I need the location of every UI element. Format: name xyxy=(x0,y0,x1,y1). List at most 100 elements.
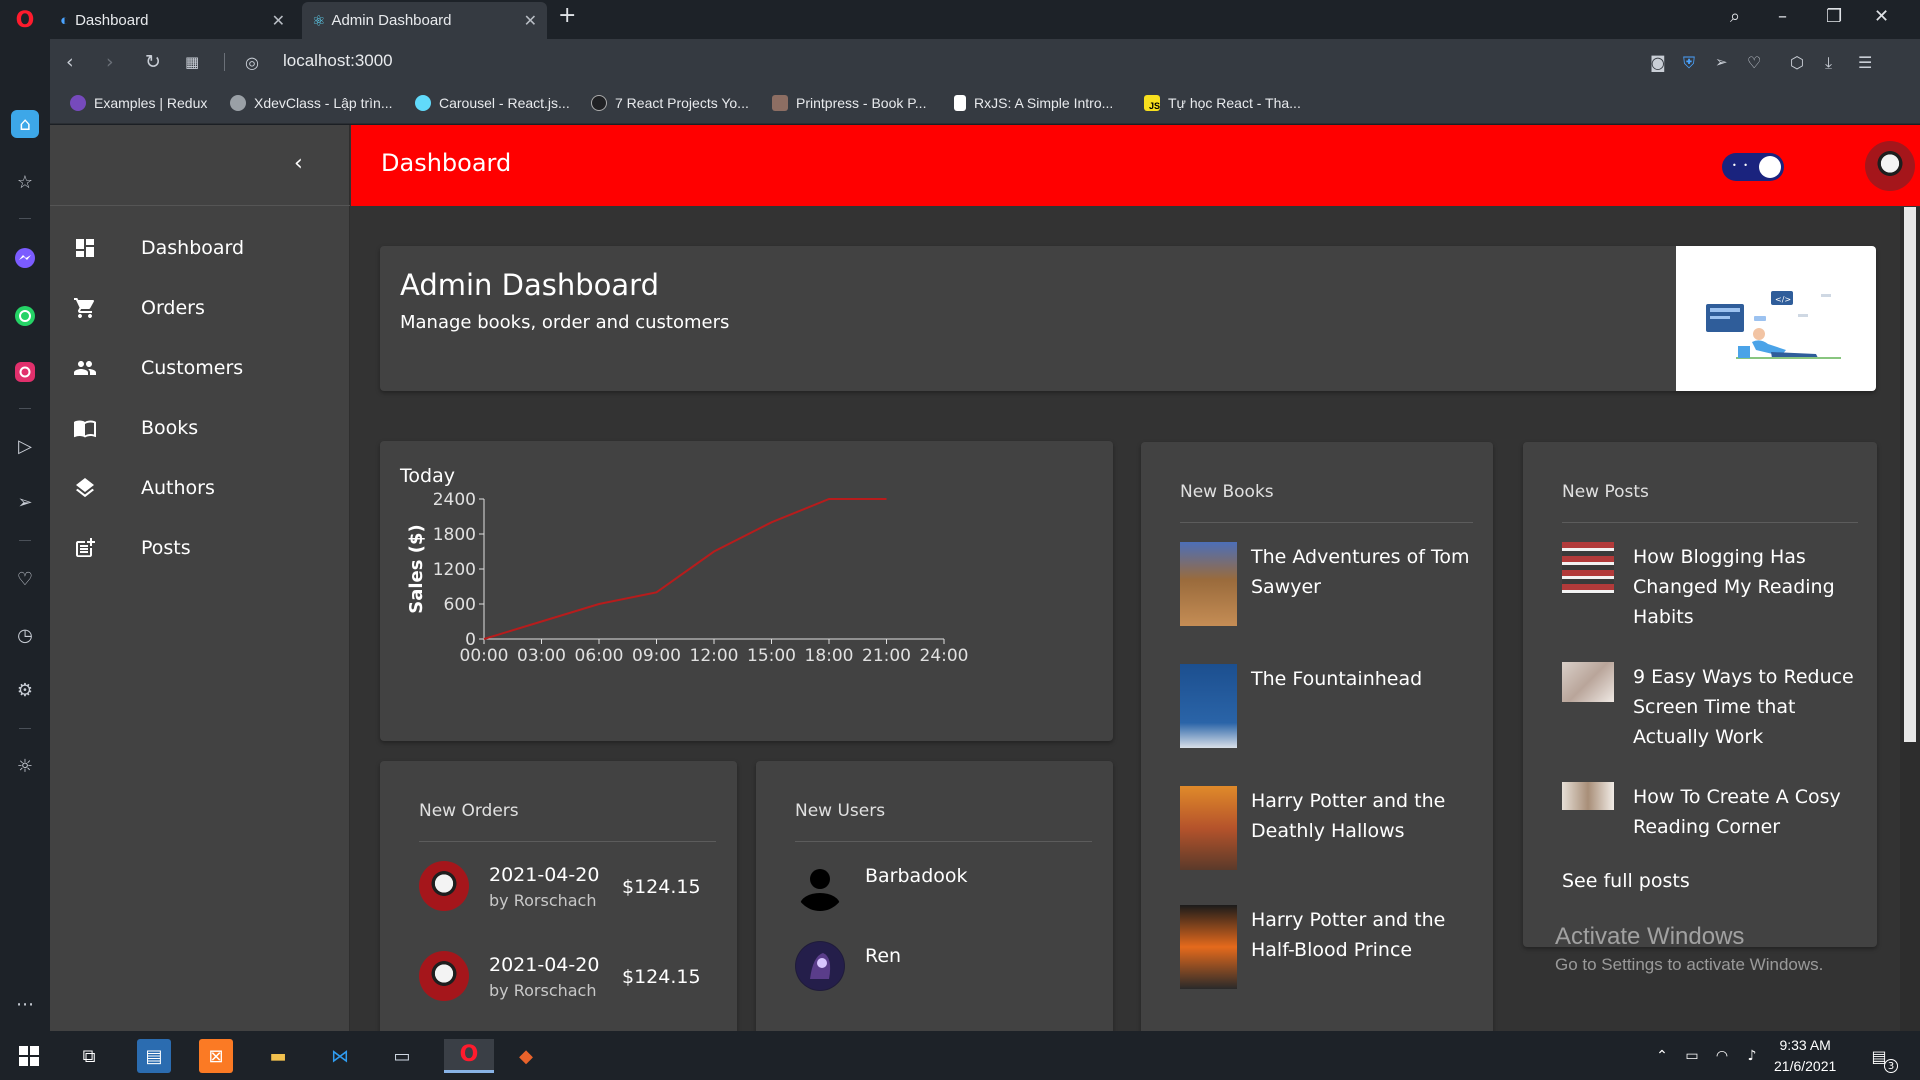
settings-gear-icon[interactable]: ⚙ xyxy=(11,676,39,704)
favorite-heart-icon[interactable]: ♡ xyxy=(1747,53,1761,72)
send-icon[interactable]: ➢ xyxy=(11,488,39,516)
vscode-icon[interactable]: ⋈ xyxy=(323,1039,357,1073)
divider xyxy=(1180,522,1473,523)
book-item[interactable]: Harry Potter and the Half-Blood Prince xyxy=(1180,905,1480,1005)
book-cover xyxy=(1180,542,1237,626)
hero-subtitle: Manage books, order and customers xyxy=(400,312,730,333)
more-dots-icon[interactable]: ⋯ xyxy=(11,990,39,1018)
restore-button[interactable]: ❐ xyxy=(1826,6,1842,27)
order-item[interactable]: 2021-04-20 by Rorschach $124.15 xyxy=(419,951,719,1021)
url-field[interactable]: localhost:3000 xyxy=(283,51,393,71)
order-customer: by Rorschach xyxy=(489,891,597,910)
sidebar-item-customers[interactable]: Customers xyxy=(50,343,350,393)
history-clock-icon[interactable]: ◷ xyxy=(11,621,39,649)
user-item[interactable]: Barbadook xyxy=(795,861,1095,921)
books-card-title: New Books xyxy=(1180,482,1274,502)
y-axis-label: Sales ($) xyxy=(406,524,427,613)
close-tab-icon[interactable]: ✕ xyxy=(272,11,285,31)
sales-line-chart: 00:00 03:00 06:00 09:00 12:00 15:00 18:00 21:00… xyxy=(406,490,969,666)
lightbulb-icon[interactable]: ☼ xyxy=(11,752,39,780)
page-title: Dashboard xyxy=(381,149,512,177)
xampp-icon[interactable]: ⊠ xyxy=(199,1039,233,1073)
book-title: The Adventures of Tom Sawyer xyxy=(1251,546,1470,598)
sidebar-item-dashboard[interactable]: Dashboard xyxy=(50,223,350,273)
send-tab-icon[interactable]: ➢ xyxy=(1715,53,1728,71)
easy-setup-icon[interactable]: ☰ xyxy=(1858,53,1872,72)
sidebar-item-posts[interactable]: Posts xyxy=(50,523,350,573)
minimize-button[interactable]: – xyxy=(1778,6,1787,27)
forward-button[interactable]: › xyxy=(106,51,114,73)
opera-taskbar-icon[interactable]: O xyxy=(444,1039,494,1073)
task-view-icon[interactable]: ⧉ xyxy=(72,1039,106,1073)
tab-dashboard[interactable]: ◐ Dashboard ✕ xyxy=(50,2,295,39)
page-scrollbar[interactable] xyxy=(1900,207,1920,1031)
messenger-icon[interactable] xyxy=(11,244,39,272)
heart-icon[interactable]: ♡ xyxy=(11,565,39,593)
post-thumbnail xyxy=(1562,662,1614,702)
bookmark-item[interactable]: Carousel - React.js... xyxy=(415,95,570,111)
show-hidden-icons-chevron[interactable]: ⌃ xyxy=(1645,1039,1679,1073)
svg-text:</>: </> xyxy=(1775,295,1791,304)
order-item[interactable]: 2021-04-20 by Rorschach $124.15 xyxy=(419,861,719,931)
file-explorer-icon[interactable]: ▬ xyxy=(261,1039,295,1073)
bookmarks-star-icon[interactable]: ☆ xyxy=(11,168,39,196)
notifications-icon[interactable]: ▤ 3 xyxy=(1862,1039,1898,1073)
cart-icon xyxy=(71,294,99,322)
book-item[interactable]: Harry Potter and the Deathly Hallows xyxy=(1180,786,1480,886)
post-item[interactable]: How Blogging Has Changed My Reading Habi… xyxy=(1562,542,1862,638)
customer-avatar xyxy=(419,951,469,1001)
volume-icon[interactable]: ♪ xyxy=(1735,1039,1769,1073)
theme-toggle-switch[interactable]: • • xyxy=(1722,153,1784,181)
git-icon[interactable]: ◆ xyxy=(509,1039,543,1073)
book-title: Harry Potter and the Deathly Hallows xyxy=(1251,790,1446,842)
close-tab-icon[interactable]: ✕ xyxy=(524,11,537,31)
sidebar-item-orders[interactable]: Orders xyxy=(50,283,350,333)
see-full-posts-link[interactable]: See full posts xyxy=(1562,870,1690,892)
home-icon[interactable]: ⌂ xyxy=(11,110,39,138)
bookmark-item[interactable]: XdevClass - Lập trìn... xyxy=(230,95,393,111)
tab-label: Dashboard xyxy=(75,12,149,29)
sidebar-item-authors[interactable]: Authors xyxy=(50,463,350,513)
sidebar-item-books[interactable]: Books xyxy=(50,403,350,453)
opera-logo-icon[interactable]: O xyxy=(11,6,39,34)
player-icon[interactable]: ▷ xyxy=(11,432,39,460)
bookmark-item[interactable]: 7 React Projects Yo... xyxy=(591,95,749,111)
new-tab-button[interactable]: + xyxy=(558,3,576,28)
user-item[interactable]: Ren xyxy=(795,941,1095,1001)
back-button[interactable]: ‹ xyxy=(66,51,74,73)
youtube-channel-icon xyxy=(591,95,607,111)
collapse-sidebar-chevron-icon[interactable]: ‹ xyxy=(294,151,303,176)
taskbar-clock[interactable]: 9:33 AM 21/6/2021 xyxy=(1774,1035,1836,1077)
book-item[interactable]: The Adventures of Tom Sawyer xyxy=(1180,542,1480,642)
post-item[interactable]: How To Create A Cosy Reading Corner xyxy=(1562,782,1862,852)
windows-start-icon[interactable] xyxy=(12,1039,46,1073)
snapshot-camera-icon[interactable]: ◙ xyxy=(1650,53,1666,72)
close-window-button[interactable]: ✕ xyxy=(1874,6,1889,27)
whatsapp-icon[interactable] xyxy=(11,302,39,330)
vpn-shield-icon[interactable]: ⛨ xyxy=(1683,53,1695,73)
reload-button[interactable]: ↻ xyxy=(145,51,161,73)
battery-icon[interactable]: ▭ xyxy=(1675,1039,1709,1073)
user-name: Ren xyxy=(865,945,902,967)
tab-admin-dashboard[interactable]: ⚛ Admin Dashboard ✕ xyxy=(302,2,547,39)
scrollbar-thumb[interactable] xyxy=(1904,207,1916,742)
bookmark-item[interactable]: JS Tự học React - Tha... xyxy=(1144,95,1301,111)
wifi-icon[interactable]: ◠ xyxy=(1705,1039,1739,1073)
search-tabs-icon[interactable]: ⌕ xyxy=(1730,6,1740,27)
new-orders-card: New Orders 2021-04-20 by Rorschach $124.… xyxy=(380,761,737,1031)
user-avatar[interactable] xyxy=(1865,141,1915,191)
order-date: 2021-04-20 xyxy=(489,864,600,886)
post-item[interactable]: 9 Easy Ways to Reduce Screen Time that A… xyxy=(1562,662,1862,758)
edge-favicon-icon: ◐ xyxy=(60,12,70,29)
tabs-grid-icon[interactable]: ▦ xyxy=(185,53,199,71)
book-item[interactable]: The Fountainhead xyxy=(1180,664,1480,764)
app-window-icon[interactable]: ▭ xyxy=(385,1039,419,1073)
control-panel-icon[interactable]: ▤ xyxy=(137,1039,171,1073)
instagram-icon[interactable] xyxy=(11,358,39,386)
sidebar-item-label: Authors xyxy=(141,477,215,499)
download-icon[interactable]: ⤓ xyxy=(1825,53,1832,73)
extensions-cube-icon[interactable]: ⬡ xyxy=(1790,53,1804,72)
bookmark-item[interactable]: Examples | Redux xyxy=(70,95,207,111)
bookmark-item[interactable]: RxJS: A Simple Intro... xyxy=(954,95,1113,111)
bookmark-item[interactable]: Printpress - Book P... xyxy=(772,95,926,111)
